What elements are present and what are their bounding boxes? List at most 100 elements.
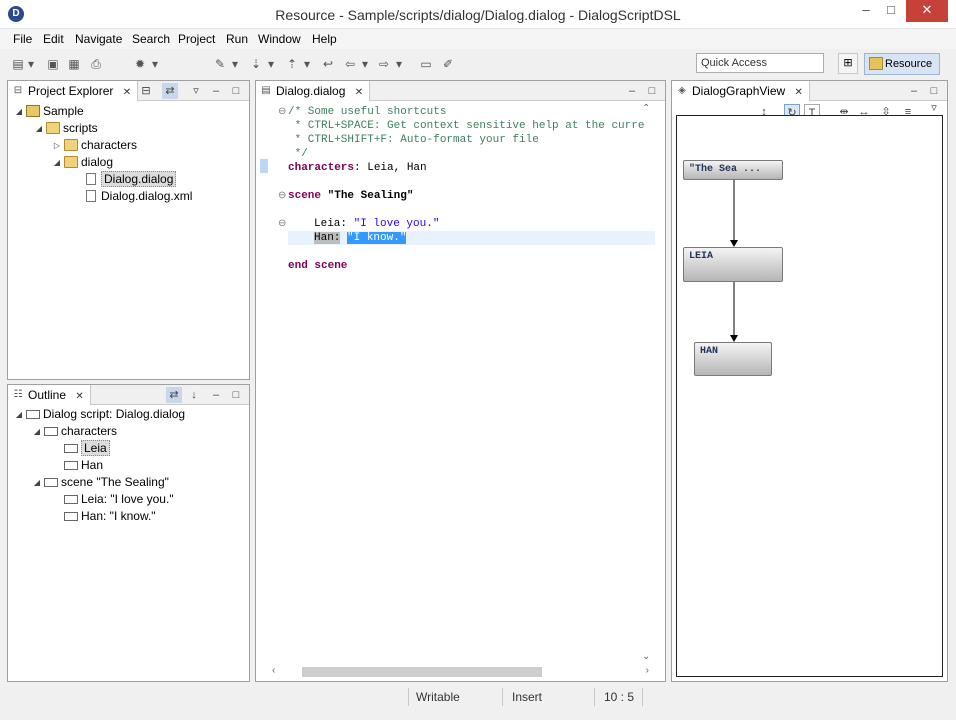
open-perspective-button[interactable]: ⊞ [838, 53, 858, 74]
maximize-view-icon[interactable]: □ [228, 387, 244, 403]
outline-item-leia[interactable]: Leia [62, 440, 110, 457]
code-comment-line-4[interactable]: */ [288, 147, 308, 161]
tab-dialog-dialog[interactable]: ▤ Dialog.dialog ✕ [256, 81, 371, 101]
code-leia-line[interactable]: Leia: "I love you." [314, 217, 439, 231]
collapsed-icon[interactable]: ▷ [52, 137, 62, 154]
maximize-editor-icon[interactable]: □ [644, 83, 660, 99]
outline-item-script[interactable]: ◢ Dialog script: Dialog.dialog [14, 406, 185, 423]
scroll-right-icon[interactable]: › [646, 665, 649, 676]
minimize-editor-icon[interactable]: – [624, 83, 640, 99]
menu-navigate[interactable]: Navigate [75, 32, 122, 46]
minimize-button[interactable]: – [855, 0, 877, 22]
view-menu-icon[interactable]: ▿ [188, 83, 204, 99]
quick-access-input[interactable] [696, 53, 824, 73]
back-dropdown-icon[interactable]: ▾ [360, 56, 370, 72]
code-end-scene-line[interactable]: end scene [288, 259, 347, 273]
maximize-view-icon[interactable]: □ [926, 83, 942, 99]
menu-file[interactable]: File [13, 32, 32, 46]
link-with-editor-icon[interactable]: ⇄ [166, 387, 182, 403]
expanded-icon[interactable]: ◢ [32, 474, 42, 491]
save-icon[interactable]: ▣ [45, 56, 61, 72]
horizontal-scrollbar[interactable]: ‹ › [272, 665, 649, 677]
tree-item-dialog-file[interactable]: Dialog.dialog [82, 171, 177, 188]
tree-item-dialog[interactable]: ◢ dialog [52, 154, 113, 171]
new-dropdown-icon[interactable]: ▾ [26, 56, 36, 72]
debug-dropdown-icon[interactable]: ▾ [150, 56, 160, 72]
status-separator [408, 688, 409, 706]
menu-search[interactable]: Search [132, 32, 170, 46]
pin-editor-icon[interactable]: ▭ [418, 56, 434, 72]
code-han-line[interactable]: Han: "I know." [314, 231, 407, 245]
vscroll-up-icon[interactable]: ⌃ [642, 103, 650, 114]
sort-icon[interactable]: ↓ [186, 387, 202, 403]
close-tab-icon[interactable]: ✕ [795, 87, 803, 98]
debug-icon[interactable]: ✹ [132, 56, 148, 72]
code-characters-line[interactable]: characters: Leia, Han [288, 161, 427, 175]
highlight-icon[interactable]: ✐ [440, 56, 456, 72]
back-icon[interactable]: ⇦ [342, 56, 358, 72]
last-edit-icon[interactable]: ↩ [320, 56, 336, 72]
close-tab-icon[interactable]: ✕ [123, 87, 131, 98]
vscroll-down-icon[interactable]: ⌄ [642, 651, 650, 662]
outline-item-han[interactable]: Han [62, 457, 103, 474]
tab-outline[interactable]: ☷ Outline ✕ [8, 385, 91, 405]
link-editor-icon[interactable]: ⇄ [162, 83, 178, 99]
scroll-left-icon[interactable]: ‹ [272, 665, 275, 676]
tab-project-explorer[interactable]: ⊟ Project Explorer ✕ [8, 81, 139, 101]
minimize-view-icon[interactable]: – [906, 83, 922, 99]
next-annotation-icon[interactable]: ⇣ [248, 56, 264, 72]
close-button[interactable]: ✕ [906, 0, 948, 22]
code-comment-line-1[interactable]: /* Some useful shortcuts [288, 105, 446, 119]
forward-dropdown-icon[interactable]: ▾ [394, 56, 404, 72]
new-icon[interactable]: ▤ [10, 56, 26, 72]
tree-item-dialog-xml[interactable]: Dialog.dialog.xml [82, 188, 192, 205]
tree-item-scripts[interactable]: ◢ scripts [34, 120, 98, 137]
graph-node-han[interactable]: HAN [694, 342, 772, 376]
forward-icon[interactable]: ⇨ [376, 56, 392, 72]
menu-project[interactable]: Project [178, 32, 215, 46]
tree-item-characters[interactable]: ▷ characters [52, 137, 137, 154]
expanded-icon[interactable]: ◢ [14, 103, 24, 120]
close-tab-icon[interactable]: ✕ [75, 391, 83, 402]
tree-item-sample[interactable]: ◢ Sample [14, 103, 84, 120]
fold-comment-icon[interactable]: ⊖ [278, 105, 286, 119]
prev-annotation-icon[interactable]: ⇡ [284, 56, 300, 72]
maximize-button[interactable]: □ [880, 0, 902, 22]
close-tab-icon[interactable]: ✕ [355, 87, 363, 98]
outline-item-leia-line[interactable]: Leia: "I love you." [62, 491, 174, 508]
scrollbar-thumb[interactable] [302, 667, 542, 677]
next-annotation-dropdown-icon[interactable]: ▾ [266, 56, 276, 72]
graph-node-leia[interactable]: LEIA [683, 247, 783, 282]
view-menu-icon[interactable]: ▿ [926, 100, 942, 116]
collapse-all-icon[interactable]: ⊟ [138, 83, 154, 99]
expanded-icon[interactable]: ◢ [52, 154, 62, 171]
save-all-icon[interactable]: ▦ [66, 56, 82, 72]
expanded-icon[interactable]: ◢ [14, 406, 24, 423]
fold-lines-icon[interactable]: ⊖ [278, 217, 286, 231]
graph-canvas[interactable]: "The Sea ... LEIA HAN [676, 115, 943, 677]
maximize-view-icon[interactable]: □ [228, 83, 244, 99]
menu-window[interactable]: Window [258, 32, 301, 46]
wand-icon[interactable]: ✎ [212, 56, 228, 72]
outline-item-characters[interactable]: ◢ characters [32, 423, 117, 440]
graph-node-scene[interactable]: "The Sea ... [683, 160, 783, 180]
tab-dialog-graph-view[interactable]: ◈ DialogGraphView ✕ [672, 81, 810, 101]
code-comment-line-2[interactable]: * CTRL+SPACE: Get context sensitive help… [288, 119, 645, 133]
wand-dropdown-icon[interactable]: ▾ [230, 56, 240, 72]
expanded-icon[interactable]: ◢ [32, 423, 42, 440]
menu-run[interactable]: Run [226, 32, 248, 46]
menu-help[interactable]: Help [312, 32, 337, 46]
print-icon[interactable]: ⎙ [88, 56, 104, 72]
resource-perspective-button[interactable]: Resource [864, 53, 940, 75]
project-explorer-panel: ⊟ Project Explorer ✕ ⊟ ⇄ ▿ – □ ◢ Sample ◢… [7, 80, 250, 380]
minimize-view-icon[interactable]: – [208, 83, 224, 99]
code-scene-line[interactable]: scene "The Sealing" [288, 189, 413, 203]
minimize-view-icon[interactable]: – [208, 387, 224, 403]
menu-edit[interactable]: Edit [43, 32, 64, 46]
fold-scene-icon[interactable]: ⊖ [278, 189, 286, 203]
expanded-icon[interactable]: ◢ [34, 120, 44, 137]
outline-item-han-line[interactable]: Han: "I know." [62, 508, 156, 525]
code-comment-line-3[interactable]: * CTRL+SHIFT+F: Auto-format your file [288, 133, 539, 147]
prev-annotation-dropdown-icon[interactable]: ▾ [302, 56, 312, 72]
outline-item-scene[interactable]: ◢ scene "The Sealing" [32, 474, 169, 491]
